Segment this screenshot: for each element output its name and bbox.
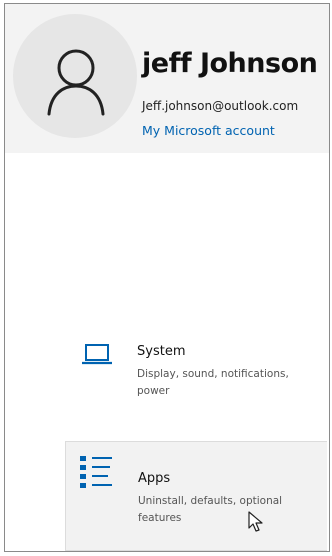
settings-window: jeff Johnson Jeff.johnson@outlook.com My… xyxy=(4,3,330,552)
mouse-pointer-icon xyxy=(248,511,264,537)
settings-item-description: Uninstall, defaults, optional features xyxy=(138,495,283,524)
user-name: jeff Johnson xyxy=(142,48,318,79)
user-email: Jeff.johnson@outlook.com xyxy=(142,99,299,113)
account-header: jeff Johnson Jeff.johnson@outlook.com My… xyxy=(5,4,329,153)
settings-item-title: Apps xyxy=(138,471,171,486)
avatar[interactable] xyxy=(13,14,137,138)
my-microsoft-account-link[interactable]: My Microsoft account xyxy=(142,123,275,138)
settings-item-title: System xyxy=(137,344,186,359)
settings-item-apps[interactable]: Apps Uninstall, defaults, optional featu… xyxy=(65,441,327,551)
settings-item-description: Display, sound, notifications, power xyxy=(137,368,289,397)
person-icon xyxy=(47,49,105,116)
apps-list-icon xyxy=(78,454,114,502)
settings-item-system[interactable]: System Display, sound, notifications, po… xyxy=(65,330,327,408)
laptop-icon xyxy=(81,342,113,372)
